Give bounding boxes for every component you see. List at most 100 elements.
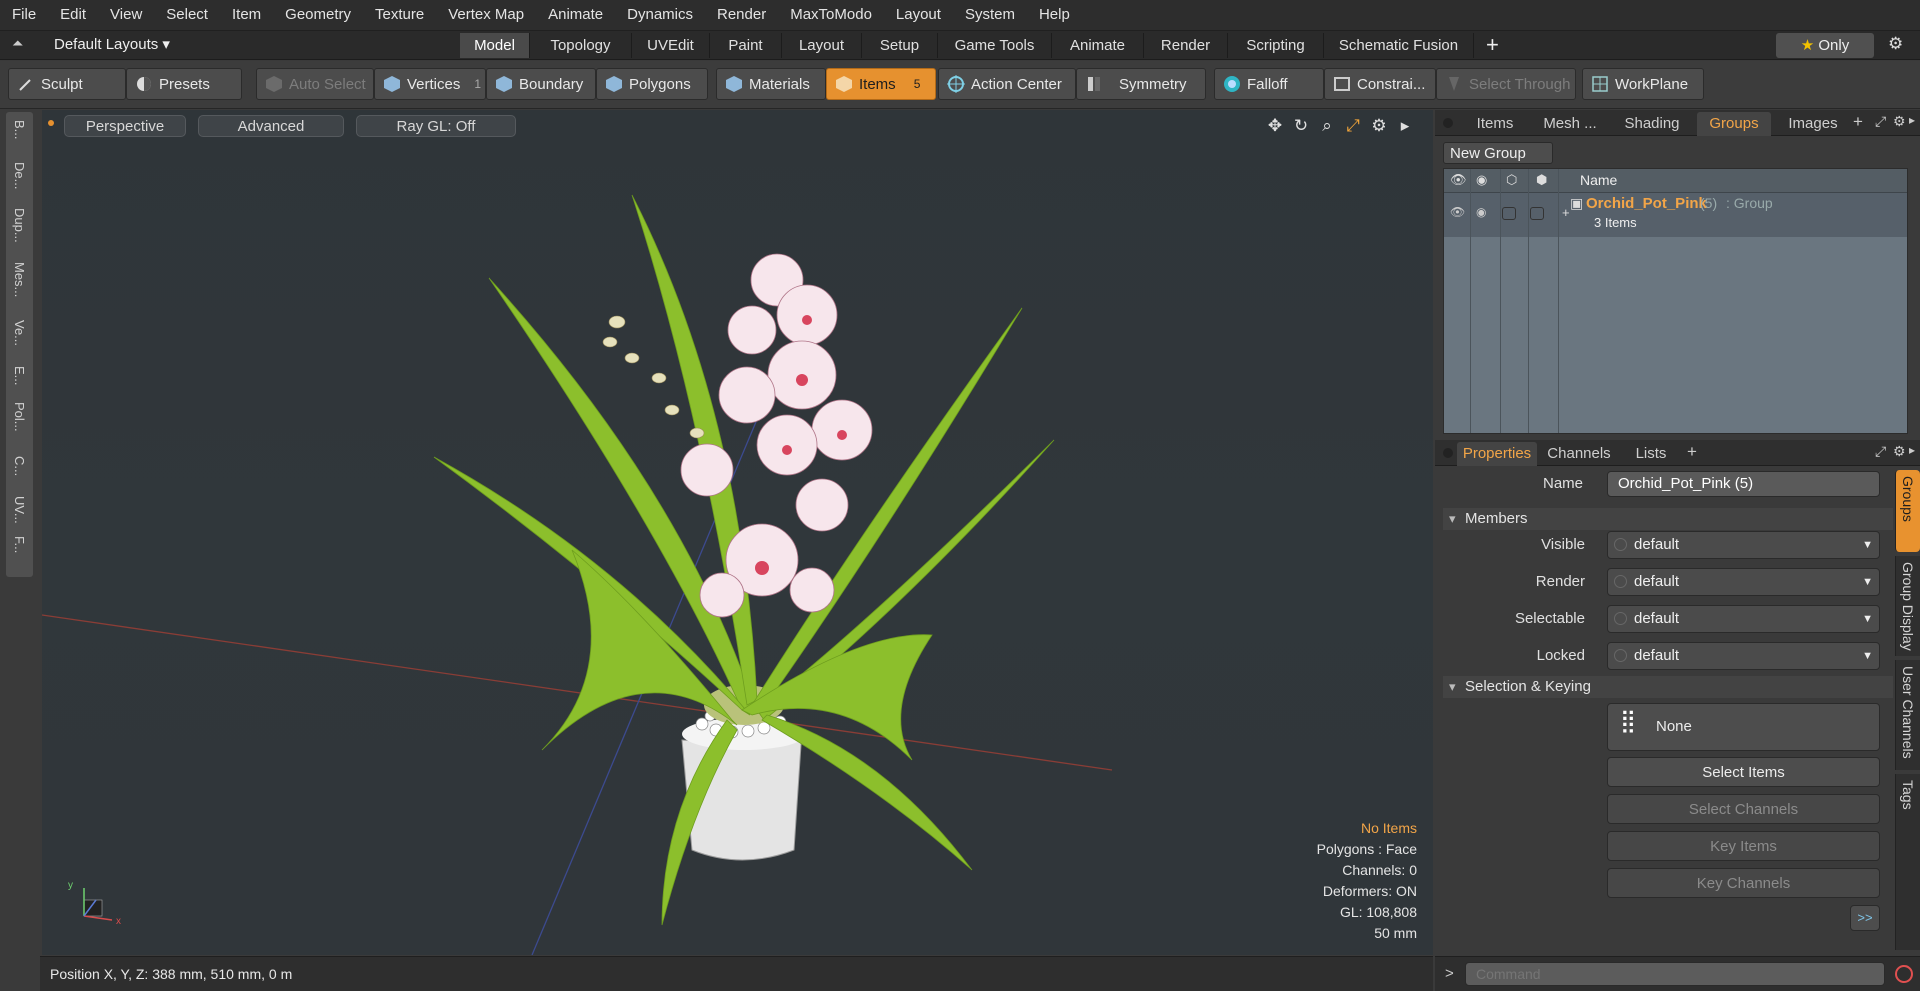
polygons-button[interactable]: Polygons xyxy=(596,68,708,100)
workplane-button[interactable]: WorkPlane xyxy=(1582,68,1704,100)
props-arrow-icon[interactable]: ▸ xyxy=(1909,443,1915,457)
gear-icon[interactable]: ⚙ xyxy=(1888,34,1903,54)
eye-icon[interactable]: 👁 xyxy=(1450,172,1467,188)
row-select-checkbox[interactable] xyxy=(1530,207,1544,220)
action-center-button[interactable]: Action Center xyxy=(938,68,1076,100)
tab-animate[interactable]: Animate xyxy=(1052,33,1144,58)
layout-selector[interactable]: Default Layouts ▾ xyxy=(54,35,170,53)
render-icon[interactable]: ◉ xyxy=(1476,172,1487,188)
select-items-button[interactable]: Select Items xyxy=(1607,757,1880,787)
collapse-up-icon[interactable]: ⏶ xyxy=(12,35,23,52)
boundary-button[interactable]: Boundary xyxy=(486,68,596,100)
add-panel-tab-button[interactable]: + xyxy=(1853,112,1863,132)
menu-help[interactable]: Help xyxy=(1027,0,1082,30)
viewport-gear-icon[interactable]: ⚙ xyxy=(1369,116,1389,136)
only-toggle[interactable]: ★ Only xyxy=(1776,33,1874,58)
menu-system[interactable]: System xyxy=(953,0,1027,30)
left-tab-deform[interactable]: De... xyxy=(6,162,33,192)
panel-maximize-icon[interactable]: ⤢ xyxy=(1875,113,1886,130)
side-tab-tags[interactable]: Tags xyxy=(1895,774,1920,950)
add-tab-button[interactable]: + xyxy=(1486,32,1499,58)
row-render-icon[interactable]: ◉ xyxy=(1476,205,1486,219)
tab-mesh[interactable]: Mesh ... xyxy=(1533,112,1607,136)
menu-select[interactable]: Select xyxy=(154,0,220,30)
left-tab-basic[interactable]: B... xyxy=(6,120,33,143)
menu-texture[interactable]: Texture xyxy=(363,0,436,30)
tab-items[interactable]: Items xyxy=(1461,112,1529,136)
tab-model[interactable]: Model xyxy=(460,33,530,58)
side-tab-groups[interactable]: Groups xyxy=(1895,470,1920,552)
menu-layout[interactable]: Layout xyxy=(884,0,953,30)
left-tab-mesh[interactable]: Mes... xyxy=(6,262,33,300)
command-input[interactable] xyxy=(1465,962,1885,986)
raygl-button[interactable]: Ray GL: Off xyxy=(356,115,516,137)
symmetry-button[interactable]: Symmetry xyxy=(1076,68,1206,100)
select-icon[interactable]: ⬢ xyxy=(1536,172,1547,188)
left-tab-vertex[interactable]: Ve... xyxy=(6,320,33,349)
tab-paint[interactable]: Paint xyxy=(710,33,782,58)
menu-animate[interactable]: Animate xyxy=(536,0,615,30)
tab-lists[interactable]: Lists xyxy=(1621,442,1681,466)
tab-properties[interactable]: Properties xyxy=(1457,442,1537,466)
presets-button[interactable]: Presets xyxy=(126,68,242,100)
menu-maxtomodo[interactable]: MaxToModo xyxy=(778,0,884,30)
tab-scripting[interactable]: Scripting xyxy=(1228,33,1324,58)
render-dropdown[interactable]: default ▼ xyxy=(1607,568,1880,596)
advanced-button[interactable]: Advanced xyxy=(198,115,344,137)
panel-gear-icon[interactable]: ⚙ xyxy=(1893,113,1906,130)
lock-icon[interactable]: ⬡ xyxy=(1506,172,1517,188)
perspective-button[interactable]: Perspective xyxy=(64,115,186,137)
visible-dropdown[interactable]: default ▼ xyxy=(1607,531,1880,559)
menu-dynamics[interactable]: Dynamics xyxy=(615,0,705,30)
menu-edit[interactable]: Edit xyxy=(48,0,98,30)
menu-vertex-map[interactable]: Vertex Map xyxy=(436,0,536,30)
tab-uvedit[interactable]: UVEdit xyxy=(632,33,710,58)
tab-setup[interactable]: Setup xyxy=(862,33,938,58)
props-maximize-icon[interactable]: ⤢ xyxy=(1875,443,1886,460)
side-tab-user-channels[interactable]: User Channels xyxy=(1895,660,1920,770)
new-group-button[interactable]: New Group xyxy=(1443,142,1553,164)
none-button[interactable]: ⣿ None xyxy=(1607,703,1880,751)
left-tab-curve[interactable]: C... xyxy=(6,456,33,479)
menu-view[interactable]: View xyxy=(98,0,154,30)
name-field[interactable]: Orchid_Pot_Pink (5) xyxy=(1607,471,1880,497)
left-tab-edge[interactable]: E... xyxy=(6,366,33,389)
materials-button[interactable]: Materials xyxy=(716,68,826,100)
auto-select-button[interactable]: Auto Select xyxy=(256,68,374,100)
props-gear-icon[interactable]: ⚙ xyxy=(1893,443,1906,460)
record-icon[interactable] xyxy=(1895,965,1913,983)
rotate-icon[interactable]: ↻ xyxy=(1291,116,1311,136)
tab-images[interactable]: Images xyxy=(1775,112,1851,136)
maximize-icon[interactable]: ⤢ xyxy=(1343,116,1363,136)
group-row[interactable]: 👁 ◉ + ▣ Orchid_Pot_Pink (5) : Group 3 It… xyxy=(1444,193,1907,237)
expand-button[interactable]: + xyxy=(1562,205,1570,220)
menu-render[interactable]: Render xyxy=(705,0,778,30)
menu-geometry[interactable]: Geometry xyxy=(273,0,363,30)
vertices-button[interactable]: Vertices 1 xyxy=(374,68,486,100)
menu-file[interactable]: File xyxy=(0,0,48,30)
select-through-button[interactable]: Select Through xyxy=(1436,68,1576,100)
select-channels-button[interactable]: Select Channels xyxy=(1607,794,1880,824)
row-lock-checkbox[interactable] xyxy=(1502,207,1516,220)
panel-arrow-icon[interactable]: ▸ xyxy=(1909,113,1915,127)
side-tab-group-display[interactable]: Group Display xyxy=(1895,556,1920,656)
tab-channels[interactable]: Channels xyxy=(1541,442,1617,466)
sculpt-button[interactable]: Sculpt xyxy=(8,68,126,100)
members-section[interactable]: Members xyxy=(1443,508,1893,530)
tab-layout[interactable]: Layout xyxy=(782,33,862,58)
left-tab-duplicate[interactable]: Dup... xyxy=(6,208,33,246)
tab-groups[interactable]: Groups xyxy=(1697,112,1771,136)
menu-item[interactable]: Item xyxy=(220,0,273,30)
falloff-button[interactable]: Falloff xyxy=(1214,68,1324,100)
zoom-icon[interactable]: ⌕ xyxy=(1317,116,1337,136)
more-button[interactable]: >> xyxy=(1850,905,1880,931)
selectable-dropdown[interactable]: default ▼ xyxy=(1607,605,1880,633)
tab-render[interactable]: Render xyxy=(1144,33,1228,58)
left-tab-polygon[interactable]: Pol... xyxy=(6,402,33,435)
move-icon[interactable]: ✥ xyxy=(1265,116,1285,136)
expand-right-icon[interactable]: ▸ xyxy=(1395,116,1415,136)
items-button[interactable]: Items 5 xyxy=(826,68,936,100)
tab-shading[interactable]: Shading xyxy=(1611,112,1693,136)
3d-viewport[interactable]: y x Perspective Advanced Ray GL: Off ✥ ↻… xyxy=(42,110,1433,955)
tab-topology[interactable]: Topology xyxy=(530,33,632,58)
